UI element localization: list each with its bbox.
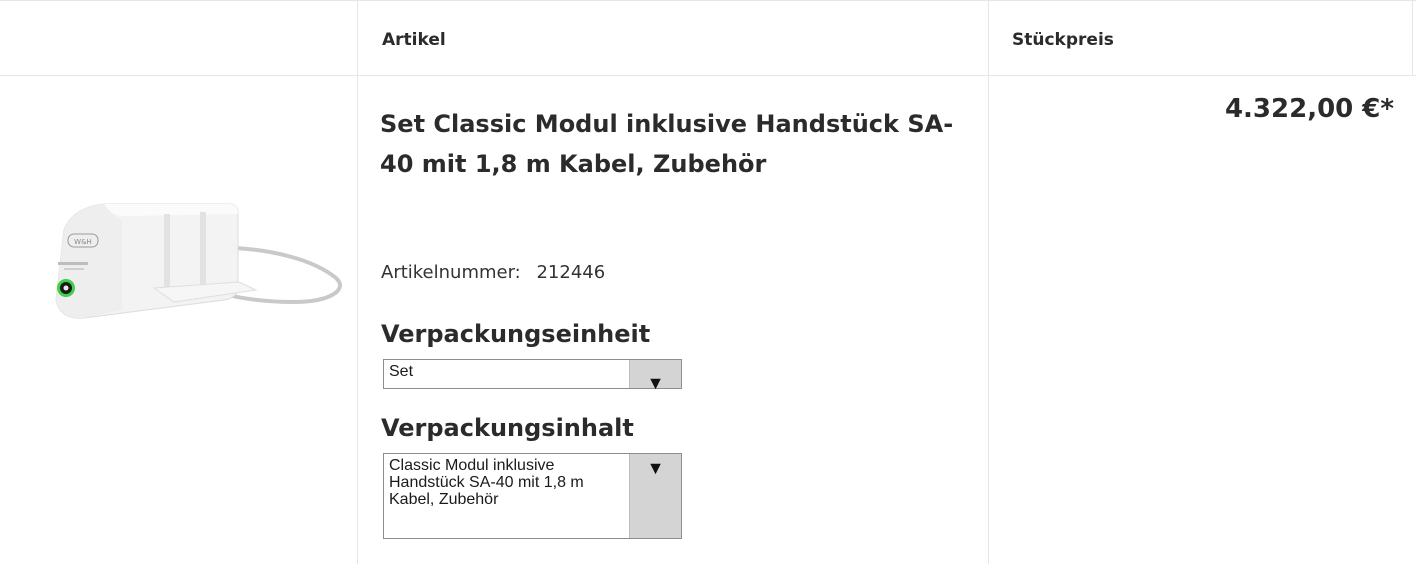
packaging-unit-selected: Set xyxy=(389,363,414,380)
article-number-value: 212446 xyxy=(536,262,606,283)
table-top-border xyxy=(0,0,1416,1)
header-divider xyxy=(0,75,1416,76)
chevron-down-icon[interactable]: ▼ xyxy=(629,454,681,538)
column-divider xyxy=(988,0,989,564)
product-image[interactable]: W&H xyxy=(24,190,344,340)
packaging-content-selected: Classic Modul inklusive Handstück SA-40 … xyxy=(389,457,584,508)
product-title[interactable]: Set Classic Modul inklusive Handstück SA… xyxy=(380,104,970,184)
unit-price: 4.322,00 €* xyxy=(1224,94,1394,124)
packaging-unit-label: Verpackungseinheit xyxy=(381,320,651,348)
packaging-unit-select[interactable]: Set ▼ xyxy=(383,359,682,393)
packaging-content-label: Verpackungsinhalt xyxy=(381,414,634,442)
column-divider xyxy=(357,0,358,564)
article-number-label: Artikelnummer: xyxy=(381,262,521,283)
chevron-down-icon[interactable]: ▼ xyxy=(629,360,681,393)
column-header-artikel: Artikel xyxy=(382,30,446,50)
svg-text:W&H: W&H xyxy=(74,238,92,246)
column-header-stueckpreis: Stückpreis xyxy=(1012,30,1114,50)
column-divider xyxy=(1412,0,1413,76)
article-number: Artikelnummer: 212446 xyxy=(381,262,605,283)
packaging-content-select[interactable]: Classic Modul inklusive Handstück SA-40 … xyxy=(383,453,682,539)
product-table: Artikel Stückpreis W&H Set Classic Modul… xyxy=(0,0,1416,564)
